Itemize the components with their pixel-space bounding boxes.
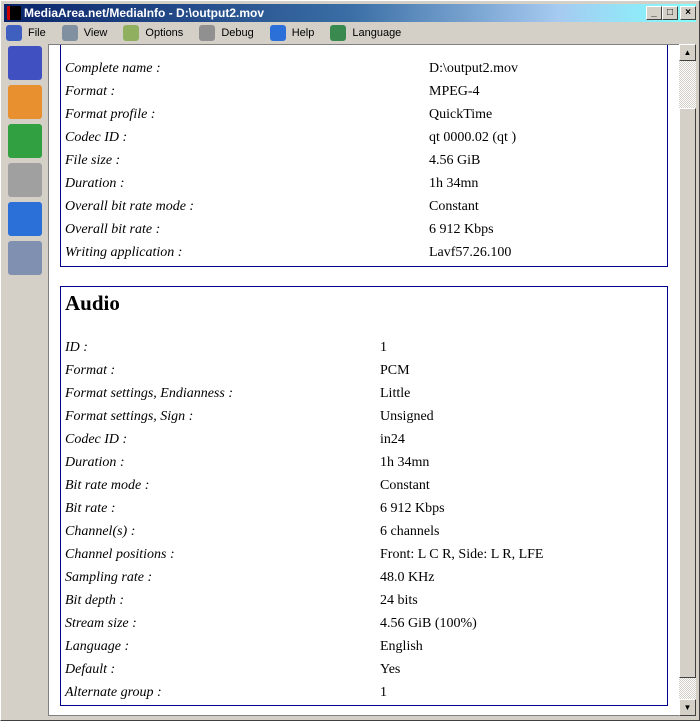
field-value: PCM [380, 363, 410, 378]
general-section: Complete name : D:\output2.mov Format : MPE… [60, 45, 668, 267]
menu-label: Options [145, 27, 184, 39]
scroll-up-button[interactable]: ▲ [679, 44, 696, 61]
field-label: Format : [65, 363, 116, 378]
field-label: Overall bit rate : [65, 222, 161, 237]
field-label: Alternate group : [65, 685, 162, 700]
field-value: Little [380, 386, 411, 401]
menu-label: File [28, 27, 46, 39]
field-label: Codec ID : [65, 130, 128, 145]
field-label: Writing application : [65, 245, 183, 260]
field-value: Front: L C R, Side: L R, LFE [380, 547, 544, 562]
field-label: Channel(s) : [65, 524, 136, 539]
field-label: Format settings, Sign : [65, 409, 194, 424]
title-bar: MediaArea.net/MediaInfo - D:\output2.mov [4, 4, 696, 22]
view-icon [61, 25, 78, 41]
field-label: Bit rate mode : [65, 478, 150, 493]
field-label: Default : [65, 662, 116, 677]
app-icon [7, 6, 21, 20]
about-icon[interactable] [8, 202, 42, 236]
side-toolbar [4, 45, 46, 280]
field-label: ID : [65, 340, 88, 355]
field-label: Overall bit rate mode : [65, 199, 195, 214]
field-value: 1 [380, 340, 387, 355]
help-icon [269, 25, 286, 41]
scroll-thumb[interactable] [679, 108, 696, 678]
field-label: Bit rate : [65, 501, 116, 516]
field-label: Duration : [65, 455, 125, 470]
scroll-down-button[interactable]: ▼ [679, 699, 696, 716]
maximize-button[interactable]: □ [662, 6, 678, 20]
field-label: Sampling rate : [65, 570, 153, 585]
field-label: Codec ID : [65, 432, 128, 447]
options-icon [123, 25, 140, 41]
field-label: Complete name : [65, 61, 161, 76]
file-open-icon [6, 25, 22, 41]
field-value: MPEG-4 [429, 84, 480, 99]
window-title: MediaArea.net/MediaInfo - D:\output2.mov [24, 6, 265, 20]
section-heading: Audio [65, 291, 120, 315]
field-value: 1 [380, 685, 387, 700]
menu-help[interactable]: Help [268, 25, 315, 41]
field-value: 1h 34mn [429, 176, 479, 191]
field-label: Language : [65, 639, 130, 654]
vertical-scrollbar[interactable]: ▲ ▼ [679, 44, 696, 716]
app-window: MediaArea.net/MediaInfo - D:\output2.mov… [0, 0, 700, 721]
menu-label: Language [352, 27, 402, 39]
field-label: File size : [65, 153, 121, 168]
field-value: 6 912 Kbps [429, 222, 494, 237]
menu-file[interactable]: File [4, 25, 46, 41]
field-value: 24 bits [380, 593, 418, 608]
field-value: qt 0000.02 (qt ) [429, 130, 517, 145]
open-file-icon[interactable] [8, 46, 42, 80]
field-value: Unsigned [380, 409, 434, 424]
menu-view[interactable]: View [60, 25, 108, 41]
menu-debug[interactable]: Debug [197, 25, 254, 41]
field-label: Format : [65, 84, 116, 99]
field-label: Duration : [65, 176, 125, 191]
field-value: Constant [429, 199, 479, 214]
menu-options[interactable]: Options [121, 25, 183, 41]
field-label: Channel positions : [65, 547, 175, 562]
field-value: QuickTime [429, 107, 493, 122]
knowledge-icon[interactable] [8, 241, 42, 275]
field-value: 1h 34mn [380, 455, 430, 470]
field-value: in24 [380, 432, 405, 447]
field-value: English [380, 639, 423, 654]
export-icon[interactable] [8, 124, 42, 158]
field-label: Bit depth : [65, 593, 125, 608]
field-value: Constant [380, 478, 430, 493]
field-value: 4.56 GiB [429, 153, 481, 168]
menu-bar: File View Options Debug Help Language [4, 23, 696, 43]
field-label: Format profile : [65, 107, 156, 122]
audio-section: Audio ID : 1 Format : PCM Format settings, E… [60, 286, 668, 706]
minimize-button[interactable]: _ [646, 6, 662, 20]
field-value: D:\output2.mov [429, 61, 519, 76]
menu-label: View [83, 27, 108, 39]
info-panel: Complete name : D:\output2.mov Format : MPE… [48, 44, 679, 716]
menu-label: Debug [221, 27, 254, 39]
field-value: 6 912 Kbps [380, 501, 445, 516]
menu-label: Help [291, 27, 315, 39]
debug-icon [199, 25, 216, 41]
field-label: Stream size : [65, 616, 137, 631]
menu-language[interactable]: Language [328, 25, 401, 41]
field-value: Yes [380, 662, 401, 677]
field-value: 48.0 KHz [380, 570, 435, 585]
language-icon [330, 25, 347, 41]
close-button[interactable]: × [680, 6, 696, 20]
field-value: 6 channels [380, 524, 440, 539]
preferences-icon[interactable] [8, 163, 42, 197]
field-value: 4.56 GiB (100%) [380, 616, 477, 631]
open-folder-icon[interactable] [8, 85, 42, 119]
field-label: Format settings, Endianness : [65, 386, 233, 401]
field-value: Lavf57.26.100 [429, 245, 512, 260]
